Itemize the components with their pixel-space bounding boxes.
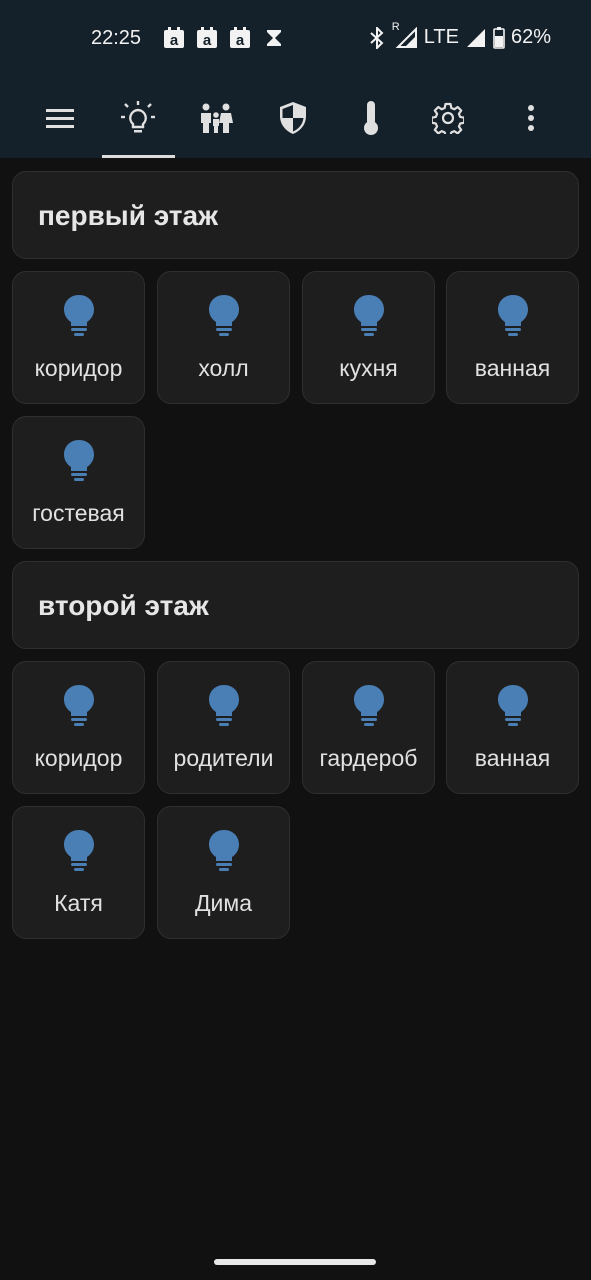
room-tile-corridor-1[interactable]: коридор — [12, 271, 145, 404]
status-right: R LTE 62% — [368, 21, 551, 49]
lightbulb-icon — [353, 295, 384, 336]
room-label: гостевая — [32, 500, 125, 526]
hourglass-icon — [267, 30, 281, 46]
svg-text:a: a — [170, 32, 179, 49]
security-shield-icon — [280, 102, 306, 134]
room-label: кухня — [339, 355, 398, 381]
signal-roaming: R — [392, 21, 418, 49]
room-label: коридор — [34, 355, 123, 381]
selected-tab-indicator — [102, 155, 175, 158]
room-label: ванная — [474, 745, 551, 771]
lightbulb-icon — [353, 685, 384, 726]
status-bar: 22:25 a a a R LTE 62% — [0, 0, 591, 78]
room-label: ванная — [474, 355, 551, 381]
room-label: холл — [198, 355, 249, 381]
floor-card-first: первый этаж — [12, 171, 579, 259]
tab-security[interactable] — [263, 78, 323, 158]
room-label: родители — [173, 745, 274, 771]
floor-title: второй этаж — [38, 590, 209, 621]
tab-family[interactable] — [186, 78, 246, 158]
gear-icon — [432, 102, 464, 134]
lightbulb-icon — [63, 830, 94, 871]
room-tile-bathroom-2[interactable]: ванная — [446, 661, 579, 794]
cell-signal-icon — [466, 28, 485, 47]
amazon-icon: a — [197, 27, 217, 49]
room-tile-bathroom-1[interactable]: ванная — [446, 271, 579, 404]
lightbulb-icon — [497, 295, 528, 336]
room-tile-parents[interactable]: родители — [157, 661, 290, 794]
svg-text:a: a — [203, 32, 212, 49]
app-bar: 22:25 a a a R LTE 62% — [0, 0, 591, 158]
amazon-icon: a — [164, 27, 184, 49]
room-label: коридор — [34, 745, 123, 771]
menu-button[interactable] — [30, 78, 90, 158]
room-tile-kitchen[interactable]: кухня — [302, 271, 435, 404]
room-tile-corridor-2[interactable]: коридор — [12, 661, 145, 794]
roaming-indicator: R — [391, 20, 400, 33]
room-tile-dima[interactable]: Дима — [157, 806, 290, 939]
battery-icon — [493, 26, 505, 49]
lightbulb-icon — [63, 440, 94, 481]
bluetooth-icon — [370, 26, 384, 49]
family-icon — [201, 103, 233, 133]
lightbulb-icon — [497, 685, 528, 726]
svg-text:a: a — [236, 32, 245, 49]
room-tile-katya[interactable]: Катя — [12, 806, 145, 939]
menu-icon — [46, 109, 74, 128]
lightbulb-icon — [208, 830, 239, 871]
lightbulb-icon — [208, 295, 239, 336]
room-tile-guest[interactable]: гостевая — [12, 416, 145, 549]
tab-settings[interactable] — [418, 78, 478, 158]
more-options-button[interactable] — [501, 78, 561, 158]
room-label: Катя — [54, 890, 103, 916]
tab-bar — [0, 78, 591, 158]
network-type: LTE — [423, 26, 459, 48]
lightbulb-icon — [208, 685, 239, 726]
amazon-icon: a — [230, 27, 250, 49]
room-label: гардероб — [319, 745, 418, 771]
battery-percent: 62% — [510, 26, 551, 48]
status-time: 22:25 — [91, 27, 142, 49]
room-label: Дима — [194, 890, 253, 916]
tab-climate[interactable] — [341, 78, 401, 158]
room-tile-wardrobe[interactable]: гардероб — [302, 661, 435, 794]
more-vert-icon — [528, 105, 534, 131]
room-tile-hall[interactable]: холл — [157, 271, 290, 404]
lightbulb-icon — [121, 101, 155, 133]
gesture-home-bar[interactable] — [214, 1259, 376, 1265]
thermometer-icon — [364, 101, 378, 135]
lightbulb-icon — [63, 295, 94, 336]
floor-title: первый этаж — [38, 200, 218, 231]
lightbulb-icon — [63, 685, 94, 726]
floor-card-second: второй этаж — [12, 561, 579, 649]
tab-lights[interactable] — [108, 78, 168, 158]
